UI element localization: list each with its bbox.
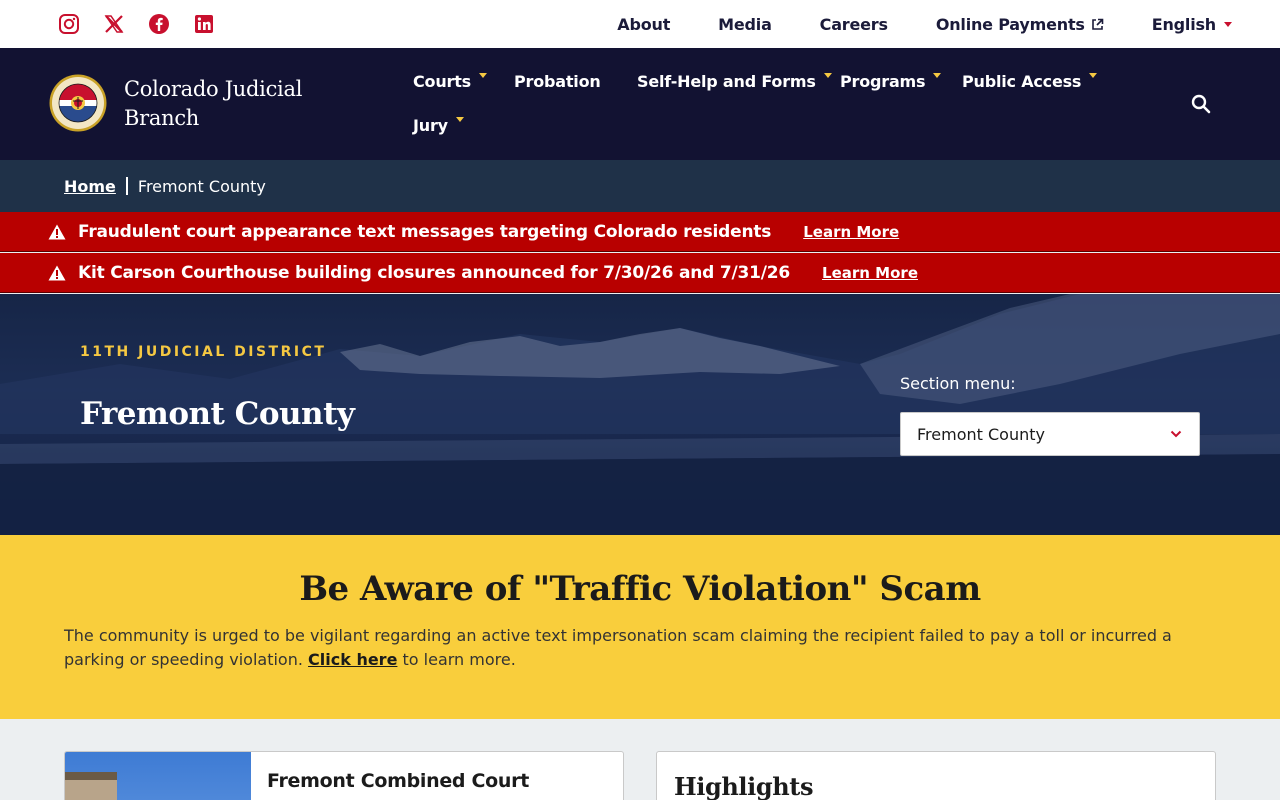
about-label: About (617, 14, 671, 34)
courthouse-photo (65, 752, 251, 800)
alert-banner: Kit Carson Courthouse building closures … (0, 253, 1280, 293)
nav-programs[interactable]: Programs (840, 72, 942, 91)
alert-message: Fraudulent court appearance text message… (78, 221, 772, 242)
chevron-down-icon (1170, 430, 1182, 438)
scam-click-here-link[interactable]: Click here (308, 650, 397, 669)
scam-text: The community is urged to be vigilant re… (64, 624, 1224, 672)
breadcrumb: Home Fremont County (0, 160, 1280, 212)
court-card[interactable]: Fremont Combined Court (64, 751, 624, 800)
utility-nav: About Media Careers Online Payments Engl… (617, 0, 1232, 48)
chevron-down-icon (933, 73, 942, 78)
section-menu-label: Section menu: (900, 374, 1016, 393)
nav-jury-label: Jury (413, 116, 448, 135)
court-card-title: Fremont Combined Court (267, 770, 530, 792)
about-link[interactable]: About (617, 15, 670, 34)
search-icon[interactable] (1191, 94, 1211, 114)
external-link-icon (1091, 18, 1104, 30)
chevron-down-icon (455, 117, 464, 122)
media-link[interactable]: Media (718, 15, 772, 34)
language-selector[interactable]: English (1152, 15, 1232, 34)
building-roof-shape (65, 772, 117, 780)
colorado-courts-seal-logo[interactable] (49, 74, 107, 132)
nav-public-access[interactable]: Public Access (962, 72, 1098, 91)
page-title: Fremont County (80, 396, 355, 432)
facebook-icon[interactable] (148, 13, 170, 35)
nav-self-help-label: Self-Help and Forms (637, 72, 816, 91)
utility-bar: About Media Careers Online Payments Engl… (0, 0, 1280, 48)
online-payments-label: Online Payments (935, 14, 1085, 34)
chevron-down-icon (823, 73, 832, 78)
highlights-title: Highlights (674, 772, 814, 800)
site-name-line1: Colorado Judicial (124, 77, 303, 101)
scam-text-before: The community is urged to be vigilant re… (64, 626, 1172, 669)
highlights-card: Highlights (656, 751, 1216, 800)
chevron-down-icon (1224, 21, 1232, 27)
nav-probation-label: Probation (514, 72, 601, 91)
alert-learn-more-link[interactable]: Learn More (803, 223, 899, 241)
site-name[interactable]: Colorado Judicial Branch (124, 75, 344, 133)
social-links (58, 13, 215, 35)
scam-text-after: to learn more. (397, 650, 516, 669)
careers-link[interactable]: Careers (820, 15, 888, 34)
nav-courts[interactable]: Courts (413, 72, 487, 91)
warning-icon (48, 265, 66, 280)
nav-public-access-label: Public Access (962, 72, 1082, 91)
section-menu-value: Fremont County (917, 424, 1045, 444)
breadcrumb-separator (125, 177, 128, 195)
site-name-line2: Branch (124, 106, 200, 130)
nav-programs-label: Programs (840, 72, 926, 91)
x-icon[interactable] (103, 13, 125, 35)
nav-probation[interactable]: Probation (514, 72, 601, 91)
scam-heading: Be Aware of "Traffic Violation" Scam (299, 569, 981, 609)
breadcrumb-home-link[interactable]: Home (64, 177, 116, 196)
alert-message: Kit Carson Courthouse building closures … (78, 262, 791, 283)
warning-icon (48, 224, 66, 239)
instagram-icon[interactable] (58, 13, 80, 35)
online-payments-link[interactable]: Online Payments (936, 15, 1104, 34)
main-header: Colorado Judicial Branch Courts Probatio… (0, 48, 1280, 160)
nav-jury[interactable]: Jury (413, 116, 464, 135)
breadcrumb-current: Fremont County (137, 176, 266, 196)
chevron-down-icon (1089, 73, 1098, 78)
scam-notice: Be Aware of "Traffic Violation" Scam The… (0, 535, 1280, 719)
section-menu-select[interactable]: Fremont County (900, 412, 1200, 456)
media-label: Media (718, 14, 772, 34)
careers-label: Careers (819, 14, 888, 34)
district-label: 11TH JUDICIAL DISTRICT (80, 344, 327, 360)
language-label: English (1151, 14, 1216, 34)
hero-banner: 11TH JUDICIAL DISTRICT Fremont County Se… (0, 294, 1280, 535)
nav-courts-label: Courts (413, 72, 471, 91)
chevron-down-icon (479, 73, 487, 78)
alert-banner: Fraudulent court appearance text message… (0, 212, 1280, 252)
linkedin-icon[interactable] (193, 13, 215, 35)
nav-self-help-forms[interactable]: Self-Help and Forms (637, 72, 832, 91)
alert-learn-more-link[interactable]: Learn More (822, 264, 918, 282)
